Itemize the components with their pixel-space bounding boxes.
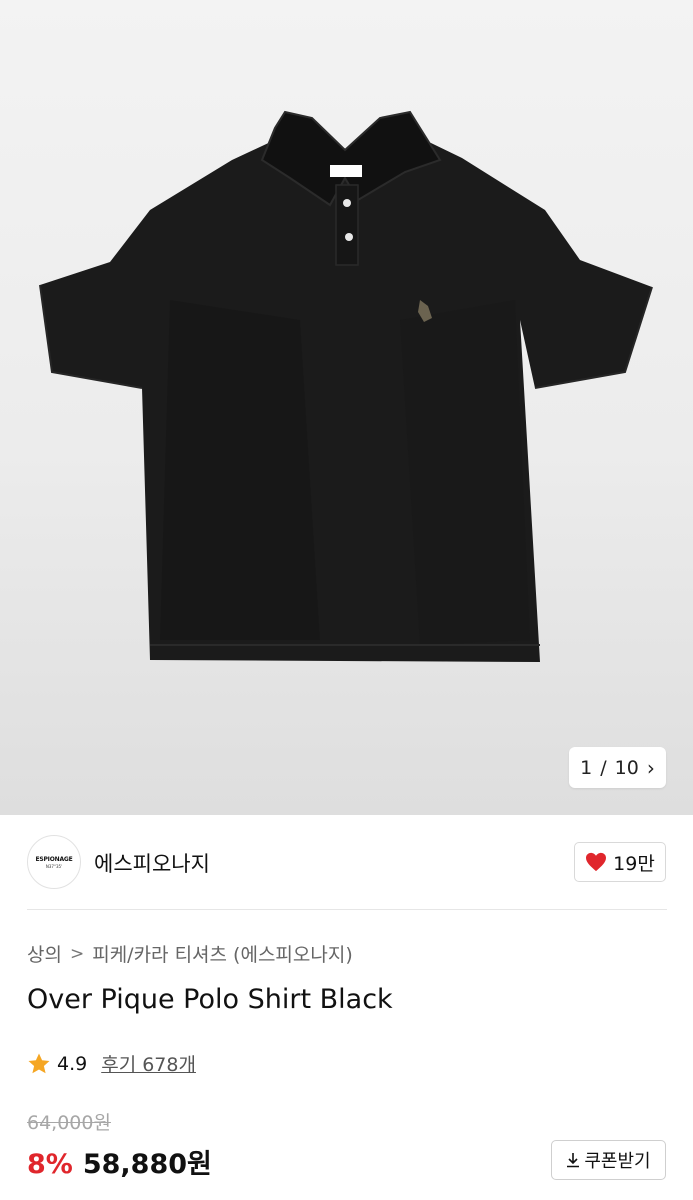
- brand-name[interactable]: 에스피오나지: [94, 848, 210, 878]
- gallery-pager[interactable]: 1 / 10 ›: [569, 747, 666, 788]
- star-icon: [28, 1053, 50, 1073]
- breadcrumb-separator: >: [69, 943, 85, 964]
- sale-price: 58,880원: [82, 1149, 212, 1180]
- coupon-label: 쿠폰받기: [584, 1151, 651, 1172]
- brand-row: ESPIONAGE N37°35' 에스피오나지 19만: [27, 835, 667, 890]
- original-price: 64,000원: [27, 1112, 111, 1134]
- divider: [27, 909, 667, 910]
- brand-logo-text: ESPIONAGE: [35, 855, 73, 863]
- rating-score: 4.9: [57, 1052, 88, 1075]
- rating-row: 4.9 후기 678개: [27, 1050, 196, 1077]
- breadcrumb: 상의 > 피케/카라 티셔츠 (에스피오나지): [27, 940, 353, 967]
- brand-logo-subtext: N37°35': [45, 863, 63, 869]
- discount-rate: 8%: [27, 1149, 73, 1180]
- gallery-total-pages: 10: [614, 756, 639, 779]
- like-button[interactable]: 19만: [574, 842, 666, 882]
- product-title: Over Pique Polo Shirt Black: [27, 984, 393, 1015]
- review-count-link[interactable]: 후기 678개: [101, 1050, 196, 1077]
- brand-logo[interactable]: ESPIONAGE N37°35': [27, 835, 81, 889]
- like-count: 19만: [613, 852, 655, 875]
- product-image: [39, 110, 653, 662]
- chevron-right-icon[interactable]: ›: [647, 758, 655, 778]
- download-icon: [567, 1153, 580, 1168]
- coupon-button[interactable]: 쿠폰받기: [551, 1140, 666, 1180]
- breadcrumb-subcategory[interactable]: 피케/카라 티셔츠 (에스피오나지): [92, 940, 353, 967]
- breadcrumb-category[interactable]: 상의: [27, 940, 62, 967]
- product-image-gallery[interactable]: 1 / 10 ›: [0, 0, 693, 815]
- price-row: 8% 58,880원: [27, 1142, 212, 1181]
- gallery-current-page: 1: [580, 756, 593, 779]
- gallery-separator: /: [600, 756, 607, 779]
- heart-icon: [586, 852, 607, 872]
